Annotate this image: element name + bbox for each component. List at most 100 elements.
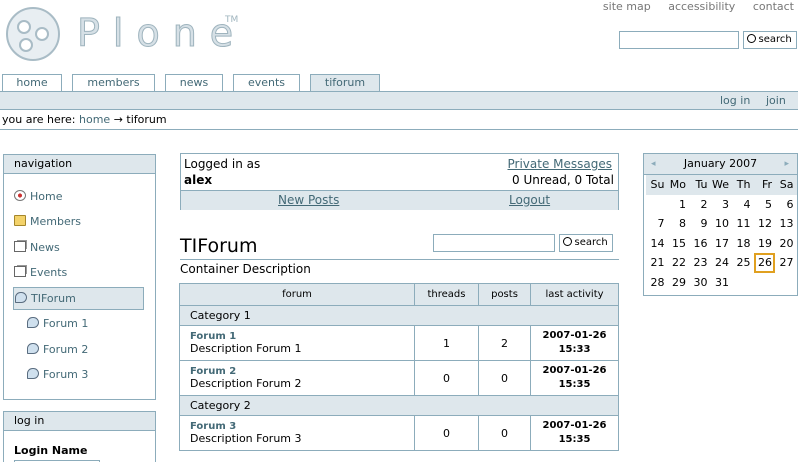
plone-logo-icon <box>6 7 60 61</box>
calendar-day[interactable]: 25 <box>732 253 754 273</box>
calendar-day-header: Th <box>732 175 754 195</box>
site-search: search <box>619 31 797 49</box>
calendar-day[interactable]: 14 <box>646 234 668 254</box>
nav-item-forum-2[interactable]: Forum 2 <box>27 343 88 356</box>
document-icon <box>14 266 26 277</box>
calendar-day[interactable]: 28 <box>646 273 668 293</box>
forum-search-input[interactable] <box>433 234 555 252</box>
container-description: Container Description <box>180 262 311 276</box>
calendar-next-icon[interactable]: ▸ <box>784 154 789 174</box>
document-icon <box>14 241 26 252</box>
breadcrumb-current: tiforum <box>126 113 167 126</box>
calendar-day[interactable]: 9 <box>689 214 711 234</box>
calendar-grid: Su Mo Tu We Th Fr Sa 1 2 3 4 5 6 7 8 9 10 11 12 13 14 15 16 17 1… <box>644 175 797 292</box>
calendar-day-header: Tu <box>689 175 711 195</box>
breadcrumb-divider <box>0 129 798 130</box>
calendar-day[interactable]: 31 <box>711 273 733 293</box>
calendar-day[interactable]: 4 <box>732 195 754 215</box>
calendar-day[interactable]: 18 <box>732 234 754 254</box>
calendar-day[interactable]: 30 <box>689 273 711 293</box>
calendar-day[interactable]: 6 <box>775 195 797 215</box>
search-icon <box>562 237 572 246</box>
site-action-sitemap[interactable]: site map <box>603 0 651 13</box>
calendar-day[interactable]: 24 <box>711 253 733 273</box>
plone-logo[interactable]: Plone TM <box>5 5 245 63</box>
calendar-day[interactable]: 22 <box>668 253 690 273</box>
nav-item-news[interactable]: News <box>14 241 60 254</box>
calendar-day[interactable]: 3 <box>711 195 733 215</box>
calendar-day[interactable]: 11 <box>732 214 754 234</box>
calendar-day[interactable]: 2 <box>689 195 711 215</box>
table-header-row: forum threads posts last activity <box>179 283 619 306</box>
calendar-day[interactable]: 16 <box>689 234 711 254</box>
calendar-day[interactable]: 19 <box>754 234 776 254</box>
nav-item-forum-1[interactable]: Forum 1 <box>27 317 88 330</box>
tab-members[interactable]: members <box>72 74 155 92</box>
calendar-day[interactable]: 1 <box>668 195 690 215</box>
table-row: Forum 3 Description Forum 3 0 0 2007-01-… <box>179 415 619 451</box>
calendar-empty-cell <box>732 273 754 293</box>
site-action-accessibility[interactable]: accessibility <box>668 0 735 13</box>
home-icon <box>14 190 26 201</box>
site-search-button[interactable]: search <box>742 31 797 49</box>
forum-icon <box>27 317 39 328</box>
portal-tabs: home members news events tiforum <box>0 74 798 93</box>
forum-description: Description Forum 3 <box>190 432 302 445</box>
site-search-input[interactable] <box>619 31 739 49</box>
calendar-day[interactable]: 29 <box>668 273 690 293</box>
calendar-day[interactable]: 15 <box>668 234 690 254</box>
calendar-day[interactable]: 13 <box>775 214 797 234</box>
table-row: Forum 1 Description Forum 1 1 2 2007-01-… <box>179 325 619 361</box>
calendar-day[interactable]: 20 <box>775 234 797 254</box>
forum-name-link[interactable]: Forum 3 <box>190 421 414 432</box>
new-posts-link[interactable]: New Posts <box>278 193 339 207</box>
calendar-day[interactable]: 21 <box>646 253 668 273</box>
private-messages-link[interactable]: Private Messages <box>508 157 613 171</box>
column-header-posts: posts <box>478 283 531 306</box>
page-title: TIForum <box>180 235 258 257</box>
category-row: Category 2 <box>179 395 619 416</box>
nav-item-tiforum[interactable]: TIForum <box>13 287 144 310</box>
category-name: Category 2 <box>179 395 619 416</box>
message-counts: 0 Unread, 0 Total <box>512 173 614 187</box>
search-icon <box>746 34 756 43</box>
forum-name-link[interactable]: Forum 2 <box>190 366 414 377</box>
calendar-day[interactable]: 23 <box>689 253 711 273</box>
login-link[interactable]: log in <box>720 94 750 107</box>
nav-item-members[interactable]: Members <box>14 215 81 228</box>
threads-count: 0 <box>414 415 479 451</box>
nav-item-events[interactable]: Events <box>14 266 67 279</box>
calendar-empty-cell <box>754 273 776 293</box>
join-link[interactable]: join <box>766 94 786 107</box>
column-header-threads: threads <box>414 283 479 306</box>
posts-count: 2 <box>478 325 531 361</box>
calendar-day[interactable]: 17 <box>711 234 733 254</box>
calendar-day[interactable]: 26 <box>753 253 775 273</box>
calendar-day[interactable]: 5 <box>754 195 776 215</box>
calendar-day-header: Mo <box>667 175 689 195</box>
calendar-day[interactable]: 8 <box>668 214 690 234</box>
breadcrumb-home[interactable]: home <box>79 113 110 126</box>
forum-icon <box>27 343 39 354</box>
tab-events[interactable]: events <box>233 74 300 92</box>
calendar-day[interactable]: 12 <box>754 214 776 234</box>
logout-link[interactable]: Logout <box>509 193 550 207</box>
calendar-day-header: Sa <box>775 175 797 195</box>
last-activity: 2007-01-26 15:33 <box>530 325 619 361</box>
calendar-day[interactable]: 27 <box>775 253 797 273</box>
forum-name-link[interactable]: Forum 1 <box>190 331 414 342</box>
title-divider <box>180 259 619 260</box>
calendar-day[interactable]: 7 <box>646 214 668 234</box>
calendar-day[interactable]: 10 <box>711 214 733 234</box>
breadcrumb: you are here: home → tiforum <box>2 113 167 126</box>
tab-home[interactable]: home <box>2 74 62 92</box>
nav-item-forum-3[interactable]: Forum 3 <box>27 368 88 381</box>
nav-item-home[interactable]: Home <box>14 190 62 203</box>
site-action-contact[interactable]: contact <box>753 0 794 13</box>
calendar-portlet: ◂ January 2007 ▸ Su Mo Tu We Th Fr Sa 1 2 3 4 5 6 7 8 9… <box>643 153 798 296</box>
tab-news[interactable]: news <box>165 74 223 92</box>
forum-search-button[interactable]: search <box>558 234 613 252</box>
threads-count: 1 <box>414 325 479 361</box>
calendar-prev-icon[interactable]: ◂ <box>651 154 656 174</box>
forum-description: Description Forum 2 <box>190 377 302 390</box>
